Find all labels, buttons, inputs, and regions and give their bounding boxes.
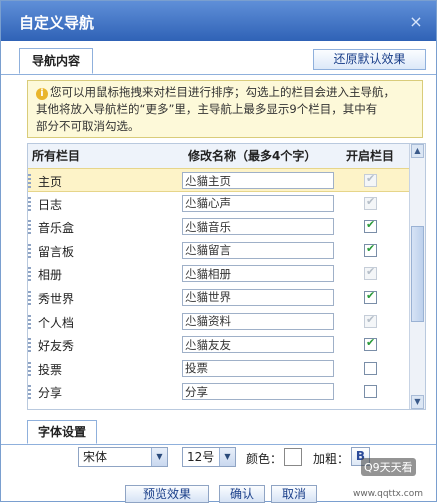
rename-input[interactable] bbox=[182, 359, 334, 377]
nav-column-table: 所有栏目 修改名称（最多4个字） 开启栏目 主页日志音乐盒留言板相册秀世界个人档… bbox=[27, 143, 426, 410]
font-tabs-row: 字体设置 bbox=[1, 420, 436, 445]
info-line-3: 部分不可取消勾选。 bbox=[36, 119, 140, 133]
rename-input[interactable] bbox=[182, 172, 334, 189]
table-row[interactable]: 秀世界 bbox=[28, 286, 411, 310]
tab-nav-content[interactable]: 导航内容 bbox=[19, 48, 93, 74]
chevron-down-icon[interactable]: ▼ bbox=[151, 448, 167, 466]
column-name: 好友秀 bbox=[38, 339, 75, 354]
scroll-up-arrow-icon[interactable]: ▲ bbox=[411, 144, 424, 158]
rename-input[interactable] bbox=[182, 194, 334, 212]
info-line-2: 其他将放入导航栏的“更多”里，主导航上最多显示9个栏目，其中有 bbox=[36, 102, 378, 116]
table-scrollbar[interactable]: ▲ ▼ bbox=[409, 144, 425, 409]
preview-button[interactable]: 预览效果 bbox=[125, 485, 209, 503]
rename-input[interactable] bbox=[182, 288, 334, 306]
column-name: 个人档 bbox=[38, 315, 75, 330]
color-picker-swatch[interactable] bbox=[284, 448, 302, 466]
rename-input[interactable] bbox=[182, 336, 334, 354]
table-rows: 主页日志音乐盒留言板相册秀世界个人档好友秀投票分享 bbox=[28, 168, 411, 404]
font-size-value: 12号 bbox=[187, 450, 215, 464]
close-icon[interactable]: × bbox=[406, 13, 426, 31]
drag-handle-icon[interactable] bbox=[28, 174, 31, 188]
cancel-button[interactable]: 取消 bbox=[271, 485, 317, 503]
enable-checkbox[interactable] bbox=[364, 336, 377, 352]
info-line-1: 您可以用鼠标拖拽来对栏目进行排序；勾选上的栏目会进入主导航， bbox=[50, 85, 395, 99]
dialog-title: 自定义导航 bbox=[19, 14, 95, 32]
drag-handle-icon[interactable] bbox=[28, 314, 31, 329]
color-label: 颜色： bbox=[246, 452, 283, 466]
bold-label: 加粗： bbox=[313, 452, 350, 466]
enable-checkbox[interactable] bbox=[364, 385, 377, 399]
rename-input[interactable] bbox=[182, 218, 334, 236]
drag-handle-icon[interactable] bbox=[28, 338, 31, 353]
enable-checkbox bbox=[364, 195, 377, 210]
column-name: 投票 bbox=[38, 362, 63, 377]
tab-font-settings[interactable]: 字体设置 bbox=[27, 420, 97, 444]
table-header: 所有栏目 修改名称（最多4个字） 开启栏目 bbox=[28, 144, 411, 169]
rename-input[interactable] bbox=[182, 312, 334, 330]
column-name: 日志 bbox=[38, 197, 63, 212]
table-row[interactable]: 日志 bbox=[28, 192, 411, 216]
enable-checkbox bbox=[364, 172, 377, 187]
drag-handle-icon[interactable] bbox=[28, 267, 31, 282]
watermark-url: www.qqttx.com bbox=[353, 489, 424, 499]
drag-handle-icon[interactable] bbox=[28, 361, 31, 376]
nav-tabs-row: 导航内容 还原默认效果 bbox=[1, 48, 436, 75]
restore-default-button[interactable]: 还原默认效果 bbox=[313, 49, 426, 70]
table-row[interactable]: 音乐盒 bbox=[28, 215, 411, 239]
title-bar[interactable]: 自定义导航 × bbox=[1, 1, 436, 41]
enable-checkbox[interactable] bbox=[364, 218, 377, 234]
drag-handle-icon[interactable] bbox=[28, 385, 31, 400]
font-size-select[interactable]: 12号 ▼ bbox=[182, 447, 236, 467]
header-all-columns: 所有栏目 bbox=[32, 149, 81, 163]
info-icon: i bbox=[36, 88, 48, 100]
column-name: 分享 bbox=[38, 386, 63, 401]
column-name: 留言板 bbox=[38, 244, 75, 259]
table-row[interactable]: 分享 bbox=[28, 380, 411, 404]
drag-handle-icon[interactable] bbox=[28, 196, 31, 211]
watermark-logo: Q9天天看 bbox=[361, 458, 416, 476]
header-rename: 修改名称（最多4个字） bbox=[188, 149, 317, 163]
rename-input[interactable] bbox=[182, 241, 334, 259]
column-name: 音乐盒 bbox=[38, 221, 75, 236]
table-row[interactable]: 好友秀 bbox=[28, 333, 411, 357]
drag-handle-icon[interactable] bbox=[28, 220, 31, 235]
font-family-select[interactable]: 宋体 ▼ bbox=[78, 447, 168, 467]
dialog-footer: 预览效果 确认 取消 www.qqttx.com bbox=[1, 485, 436, 503]
rename-input[interactable] bbox=[182, 265, 334, 283]
table-row[interactable]: 留言板 bbox=[28, 239, 411, 263]
chevron-down-icon[interactable]: ▼ bbox=[219, 448, 235, 466]
table-row[interactable]: 主页 bbox=[28, 168, 411, 192]
enable-checkbox[interactable] bbox=[364, 361, 377, 375]
table-row[interactable]: 个人档 bbox=[28, 310, 411, 334]
confirm-button[interactable]: 确认 bbox=[219, 485, 265, 503]
header-enable: 开启栏目 bbox=[346, 149, 395, 163]
drag-handle-icon[interactable] bbox=[28, 243, 31, 258]
info-notice: i 您可以用鼠标拖拽来对栏目进行排序；勾选上的栏目会进入主导航， 其他将放入导航栏… bbox=[27, 80, 423, 138]
column-name: 秀世界 bbox=[38, 291, 75, 306]
enable-checkbox[interactable] bbox=[364, 289, 377, 304]
enable-checkbox[interactable] bbox=[364, 242, 377, 257]
table-row[interactable]: 相册 bbox=[28, 262, 411, 286]
font-family-value: 宋体 bbox=[83, 450, 108, 464]
enable-checkbox bbox=[364, 313, 377, 328]
column-name: 主页 bbox=[38, 175, 63, 189]
enable-checkbox bbox=[364, 265, 377, 281]
table-row[interactable]: 投票 bbox=[28, 357, 411, 381]
scroll-thumb[interactable] bbox=[411, 226, 424, 322]
rename-input[interactable] bbox=[182, 383, 334, 401]
scroll-down-arrow-icon[interactable]: ▼ bbox=[411, 395, 424, 409]
column-name: 相册 bbox=[38, 268, 63, 283]
custom-nav-dialog: 自定义导航 × 导航内容 还原默认效果 i 您可以用鼠标拖拽来对栏目进行排序；勾选… bbox=[0, 0, 437, 503]
drag-handle-icon[interactable] bbox=[28, 290, 31, 305]
